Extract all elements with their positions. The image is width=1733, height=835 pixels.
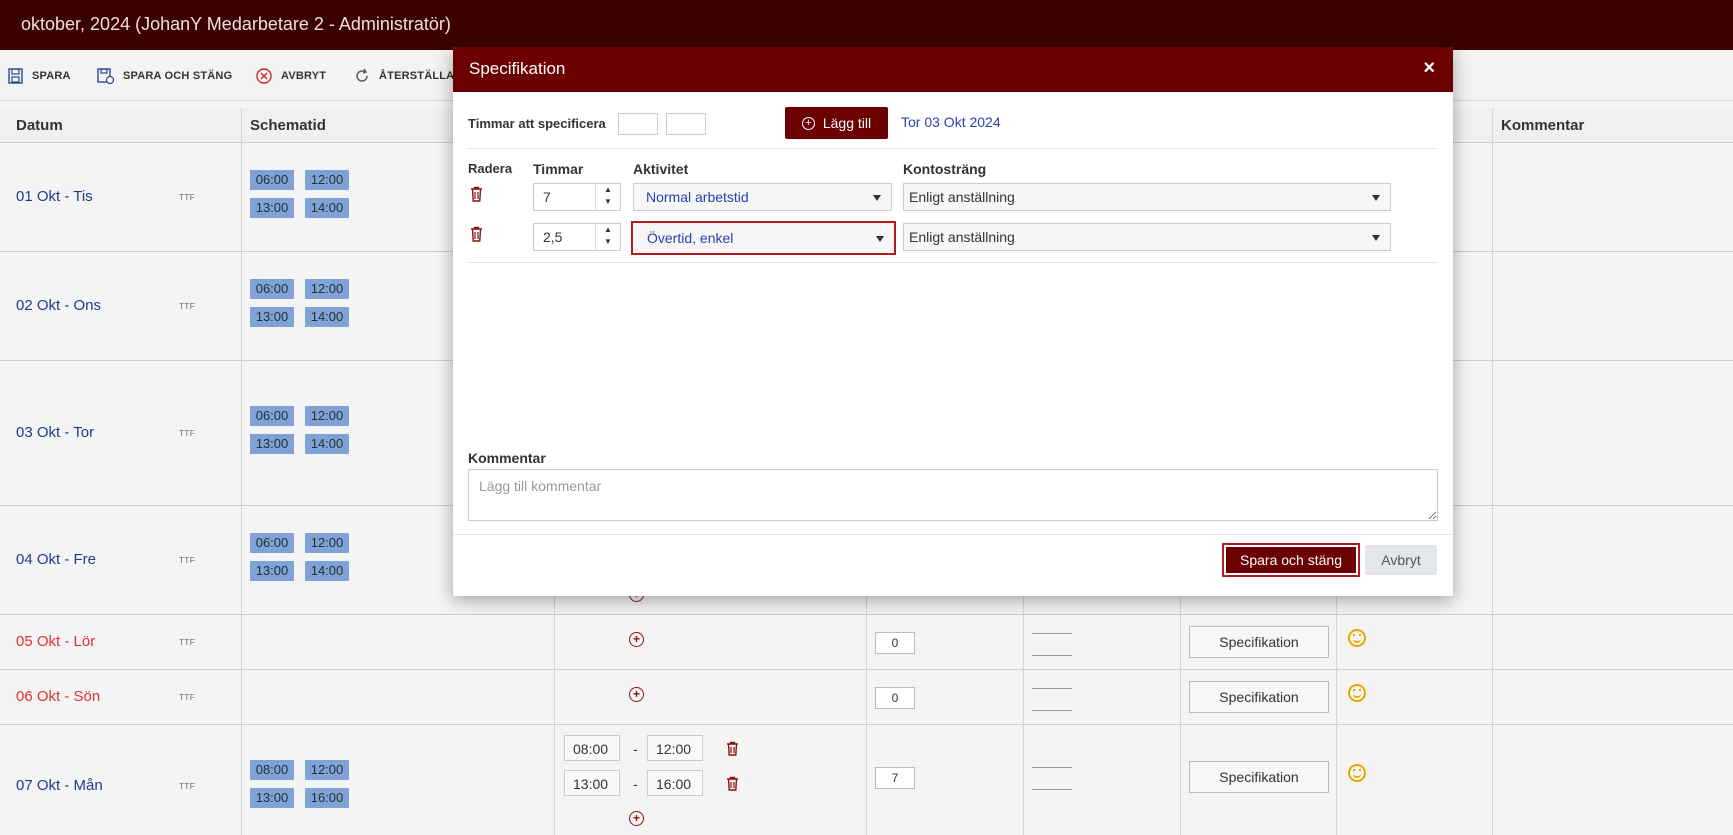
add-row-label: Lägg till bbox=[822, 115, 872, 131]
column-header-delete: Radera bbox=[468, 161, 513, 176]
divider bbox=[468, 262, 1438, 263]
hours-to-specify-box bbox=[666, 113, 706, 135]
specification-dialog: Specifikation × Timmar att specificera +… bbox=[453, 47, 1453, 596]
stepper-arrows-icon[interactable]: ▲ ▼ bbox=[595, 184, 620, 210]
footer-divider bbox=[453, 534, 1453, 535]
caret-down-icon bbox=[1372, 195, 1380, 201]
account-select[interactable]: Enligt anställning bbox=[903, 183, 1391, 211]
comment-label: Kommentar bbox=[468, 450, 546, 466]
activity-select[interactable]: Övertid, enkel bbox=[631, 221, 896, 255]
dialog-header: Specifikation × bbox=[453, 47, 1453, 92]
caret-down-icon bbox=[876, 236, 884, 242]
close-icon[interactable]: × bbox=[1423, 57, 1435, 80]
caret-down-icon bbox=[873, 195, 881, 201]
hours-to-specify-box bbox=[618, 113, 658, 135]
column-header-activity: Aktivitet bbox=[633, 161, 689, 177]
trash-icon[interactable] bbox=[470, 186, 483, 202]
stepper-arrows-icon[interactable]: ▲ ▼ bbox=[595, 224, 620, 250]
activity-select[interactable]: Normal arbetstid bbox=[633, 183, 892, 211]
account-value: Enligt anställning bbox=[909, 229, 1015, 245]
plus-circle-icon: + bbox=[801, 116, 815, 130]
save-and-close-button[interactable]: Spara och stäng bbox=[1222, 543, 1360, 577]
dialog-title: Specifikation bbox=[469, 59, 566, 78]
account-select[interactable]: Enligt anställning bbox=[903, 223, 1391, 251]
date-link[interactable]: Tor 03 Okt 2024 bbox=[901, 114, 1001, 130]
account-value: Enligt anställning bbox=[909, 189, 1015, 205]
column-header-account: Kontosträng bbox=[903, 161, 987, 177]
trash-icon[interactable] bbox=[470, 226, 483, 242]
hours-value: 2,5 bbox=[543, 229, 563, 245]
save-and-close-label: Spara och stäng bbox=[1226, 547, 1356, 573]
hours-value: 7 bbox=[543, 189, 551, 205]
cancel-button[interactable]: Avbryt bbox=[1365, 545, 1437, 575]
divider bbox=[468, 148, 1438, 149]
comment-input[interactable] bbox=[468, 469, 1438, 521]
caret-down-icon bbox=[1372, 235, 1380, 241]
column-header-hours: Timmar bbox=[533, 161, 584, 177]
add-row-button[interactable]: + Lägg till bbox=[785, 107, 888, 139]
activity-value: Normal arbetstid bbox=[646, 189, 749, 205]
hours-to-specify-label: Timmar att specificera bbox=[468, 116, 606, 131]
activity-value: Övertid, enkel bbox=[647, 230, 734, 246]
hours-stepper[interactable]: 2,5 ▲ ▼ bbox=[533, 223, 621, 251]
hours-stepper[interactable]: 7 ▲ ▼ bbox=[533, 183, 621, 211]
